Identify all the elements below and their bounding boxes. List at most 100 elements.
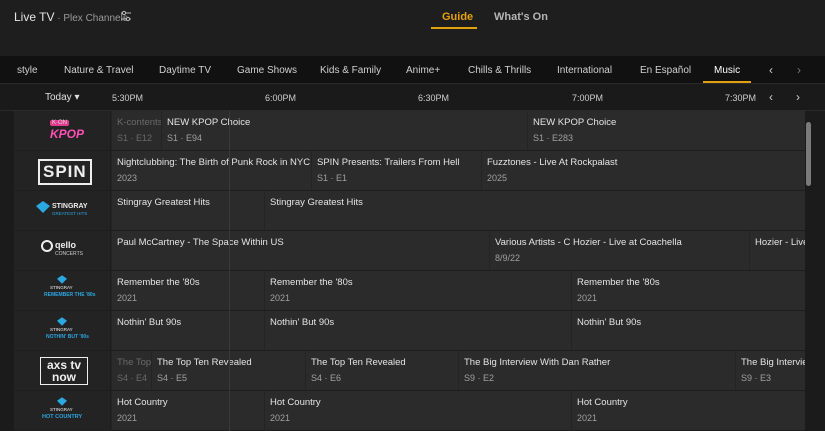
channel-logo-hot-country[interactable]: STINGRAY HOT COUNTRY	[14, 391, 111, 430]
program-title: Nightclubbing: The Birth of Punk Rock in…	[117, 157, 311, 168]
time-forward-icon[interactable]: ›	[796, 90, 800, 104]
tab-whats-on[interactable]: What's On	[494, 11, 548, 23]
program-title: Stingray Greatest Hits	[270, 197, 363, 208]
program-cell[interactable]: Nothin' But 90s	[264, 311, 571, 350]
program-cell[interactable]: NEW KPOP Choice S1 · E94	[161, 111, 527, 150]
qello-logo-subtext: CONCERTS	[55, 251, 83, 257]
category-chills-thrills[interactable]: Chills & Thrills	[468, 65, 531, 76]
program-title: The Top	[117, 357, 151, 368]
category-bar: style Nature & Travel Daytime TV Game Sh…	[0, 56, 825, 84]
program-cell[interactable]: The Big Interview With Dan Rather S9 · E…	[458, 351, 735, 390]
program-cell[interactable]: K-contents S1 · E12	[111, 111, 161, 150]
program-subtitle: S9 · E2	[464, 373, 495, 383]
time-slot: 6:30PM	[418, 93, 450, 103]
program-cell[interactable]: Nothin' But 90s	[111, 311, 264, 350]
channel-row: axs tv now The Top S4 · E4 The Top Ten R…	[14, 351, 805, 391]
axs-logo-text: axs tv now	[40, 357, 88, 385]
stingray-icon	[36, 201, 50, 213]
program-subtitle: 2023	[117, 173, 138, 183]
tab-guide[interactable]: Guide	[442, 11, 473, 23]
program-cell[interactable]: Hot Country 2021	[264, 391, 571, 430]
channel-logo-spin[interactable]: SPIN	[14, 151, 111, 190]
category-daytime-tv[interactable]: Daytime TV	[159, 65, 211, 76]
program-title: NEW KPOP Choice	[167, 117, 251, 128]
program-subtitle: 2021	[270, 293, 291, 303]
current-time-line	[229, 111, 230, 431]
program-cell[interactable]: The Top S4 · E4	[111, 351, 151, 390]
time-back-icon[interactable]: ‹	[769, 90, 773, 104]
kpop-logo-text: KPOP	[50, 127, 85, 141]
time-bar: Today ▾ 5:30PM 6:00PM 6:30PM 7:00PM 7:30…	[0, 85, 825, 111]
category-music-indicator	[703, 81, 751, 83]
channel-logo-kpop[interactable]: K·ON KPOP	[14, 111, 111, 150]
program-cell[interactable]: NEW KPOP Choice S1 · E283	[527, 111, 805, 150]
program-cell[interactable]: Stingray Greatest Hits	[264, 191, 805, 230]
category-international[interactable]: International	[557, 65, 612, 76]
program-title: The Top Ten Revealed	[157, 357, 252, 368]
program-title: Nothin' But 90s	[577, 317, 642, 328]
stingray-logo-text: STINGRAY	[50, 407, 73, 412]
program-cell[interactable]: Fuzztones - Live At Rockpalast 2025	[481, 151, 805, 190]
program-title: SPIN Presents: Trailers From Hell	[317, 157, 460, 168]
stingray-icon	[57, 397, 67, 406]
tab-guide-indicator	[431, 27, 477, 29]
category-nature-travel[interactable]: Nature & Travel	[64, 65, 133, 76]
program-title: K-contents	[117, 117, 161, 128]
program-cell[interactable]: Nightclubbing: The Birth of Punk Rock in…	[111, 151, 311, 190]
channel-logo-axs-tv-now[interactable]: axs tv now	[14, 351, 111, 390]
program-title: The Big Intervie	[741, 357, 805, 368]
nothin-90s-logo-text: NOTHIN' BUT '90s	[46, 334, 89, 340]
chevron-right-icon[interactable]: ›	[797, 63, 801, 77]
program-cell[interactable]: Hot Country 2021	[111, 391, 264, 430]
program-cell[interactable]: Remember the '80s 2021	[111, 271, 264, 310]
channel-logo-stingray-greatest-hits[interactable]: STINGRAY GREATEST HITS	[14, 191, 111, 230]
program-cell[interactable]: Paul McCartney - The Space Within US	[111, 231, 489, 270]
channel-row: STINGRAY REMEMBER THE '80s Remember the …	[14, 271, 805, 311]
program-cell[interactable]: Hozier - Live	[749, 231, 805, 270]
program-subtitle: S1 · E94	[167, 133, 203, 143]
program-title: Hozier - Live	[755, 237, 805, 248]
program-cell[interactable]: The Top Ten Revealed S4 · E5	[151, 351, 305, 390]
today-dropdown[interactable]: Today ▾	[45, 92, 79, 103]
time-slot: 6:00PM	[265, 93, 297, 103]
program-cell[interactable]: Hot Country 2021	[571, 391, 805, 430]
stingray-logo-text: STINGRAY	[50, 327, 73, 332]
stingray-logo-text: STINGRAY	[52, 203, 88, 210]
category-kids-family[interactable]: Kids & Family	[320, 65, 381, 76]
program-cell[interactable]: Remember the '80s 2021	[571, 271, 805, 310]
category-anime[interactable]: Anime+	[406, 65, 440, 76]
scrollbar-thumb[interactable]	[806, 122, 811, 186]
program-subtitle: 8/9/22	[495, 253, 521, 263]
program-title: Fuzztones - Live At Rockpalast	[487, 157, 618, 168]
program-subtitle: S1 · E1	[317, 173, 348, 183]
program-title: NEW KPOP Choice	[533, 117, 617, 128]
category-style[interactable]: style	[17, 65, 38, 76]
program-cell[interactable]: Remember the '80s 2021	[264, 271, 571, 310]
channel-logo-remember-80s[interactable]: STINGRAY REMEMBER THE '80s	[14, 271, 111, 310]
program-subtitle: 2021	[117, 413, 138, 423]
category-game-shows[interactable]: Game Shows	[237, 65, 297, 76]
channel-row: SPIN Nightclubbing: The Birth of Punk Ro…	[14, 151, 805, 191]
program-cell[interactable]: Stingray Greatest Hits	[111, 191, 264, 230]
program-cell[interactable]: The Top Ten Revealed S4 · E6	[305, 351, 458, 390]
qello-logo-text: qello	[55, 240, 77, 250]
program-cell[interactable]: SPIN Presents: Trailers From Hell S1 · E…	[311, 151, 481, 190]
stingray-logo-subtext: GREATEST HITS	[52, 211, 88, 216]
program-cell[interactable]: Nothin' But 90s	[571, 311, 805, 350]
spin-logo-text: SPIN	[38, 159, 92, 185]
time-slot: 7:00PM	[572, 93, 604, 103]
kpop-logo-badge: K·ON	[50, 120, 69, 126]
program-cell[interactable]: Various Artists - C Hozier - Live at Coa…	[489, 231, 749, 270]
program-subtitle: S9 · E3	[741, 373, 772, 383]
channel-row: STINGRAY GREATEST HITS Stingray Greatest…	[14, 191, 805, 231]
channel-logo-qello[interactable]: qello CONCERTS	[14, 231, 111, 270]
chevron-left-icon[interactable]: ‹	[769, 63, 773, 77]
category-en-espanol[interactable]: En Español	[640, 65, 691, 76]
filter-icon[interactable]	[120, 10, 132, 22]
category-music[interactable]: Music	[714, 65, 740, 76]
channel-logo-nothin-but-90s[interactable]: STINGRAY NOTHIN' BUT '90s	[14, 311, 111, 350]
program-title: Stingray Greatest Hits	[117, 197, 210, 208]
top-bar: Live TV · Plex Channels Guide What's On	[0, 0, 825, 56]
program-cell[interactable]: The Big Intervie S9 · E3	[735, 351, 805, 390]
program-subtitle: 2021	[577, 413, 598, 423]
